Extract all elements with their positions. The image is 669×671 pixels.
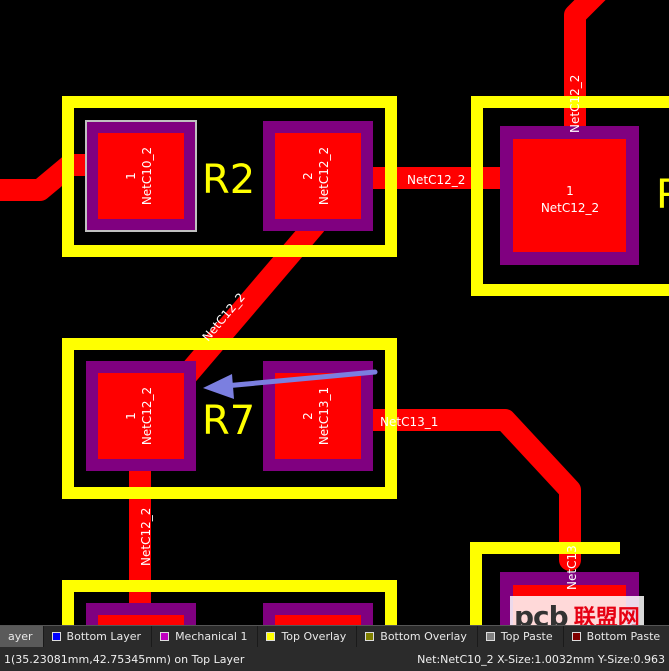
layer-color-swatch bbox=[365, 632, 375, 641]
layer-tab-2[interactable]: Mechanical 1 bbox=[152, 626, 259, 647]
pcb-canvas[interactable]: R2 R7 P 1 NetC10_2 2 NetC12_2 1 NetC12_2… bbox=[0, 0, 669, 625]
tracks[interactable] bbox=[0, 0, 606, 625]
layer-tab-label: Bottom Overlay bbox=[380, 630, 467, 643]
layer-tab-label: Bottom Paste bbox=[586, 630, 661, 643]
designator-r2: R2 bbox=[202, 157, 255, 203]
layer-tab-6[interactable]: Bottom Paste bbox=[564, 626, 669, 647]
label-right-vertical: NetC13 bbox=[565, 545, 579, 590]
r2-pad1-num: 1 bbox=[124, 172, 138, 180]
layer-tab-label: Top Paste bbox=[500, 630, 553, 643]
r7-pad2-num: 2 bbox=[301, 412, 315, 420]
layer-tab-label: Top Overlay bbox=[281, 630, 347, 643]
big-pad-num: 1 bbox=[566, 184, 574, 198]
layer-color-swatch bbox=[485, 632, 495, 641]
layer-tab-0[interactable]: ayer bbox=[0, 626, 44, 647]
big-pad-net: NetC12_2 bbox=[541, 201, 599, 215]
layer-color-swatch bbox=[160, 632, 170, 641]
designator-r7: R7 bbox=[202, 398, 255, 444]
watermark-cn: 联盟网 bbox=[573, 606, 640, 625]
pcb-layout[interactable]: R2 R7 P 1 NetC10_2 2 NetC12_2 1 NetC12_2… bbox=[0, 0, 669, 625]
layer-color-swatch bbox=[266, 632, 276, 641]
layer-tab-label: ayer bbox=[8, 630, 33, 643]
r2-pad2-num: 2 bbox=[301, 172, 315, 180]
layer-tab-1[interactable]: Bottom Layer bbox=[44, 626, 153, 647]
status-net-info: Net:NetC10_2 X-Size:1.0032mm Y-Size:0.96… bbox=[417, 652, 665, 666]
label-top-vertical: NetC12_2 bbox=[568, 75, 582, 133]
layer-tab-5[interactable]: Top Paste bbox=[478, 626, 564, 647]
r2-pad1-net: NetC10_2 bbox=[140, 147, 154, 205]
label-r7-down: NetC12_2 bbox=[139, 508, 153, 566]
designator-partial: P bbox=[656, 172, 669, 218]
r7-pad1-net: NetC12_2 bbox=[140, 387, 154, 445]
label-r7-right: NetC13_1 bbox=[380, 415, 438, 429]
status-coordinates: 1(35.23081mm,42.75345mm) on Top Layer bbox=[4, 652, 245, 666]
layer-color-swatch bbox=[51, 632, 61, 641]
status-bar: 1(35.23081mm,42.75345mm) on Top Layer Ne… bbox=[0, 647, 669, 671]
layer-color-swatch bbox=[571, 632, 581, 641]
r2-pad2-net: NetC12_2 bbox=[317, 147, 331, 205]
layer-tab-3[interactable]: Top Overlay bbox=[258, 626, 358, 647]
layer-tab-label: Mechanical 1 bbox=[175, 630, 248, 643]
r7-pad1-num: 1 bbox=[124, 412, 138, 420]
r7-pad2-net: NetC13_1 bbox=[317, 387, 331, 445]
layer-tab-4[interactable]: Bottom Overlay bbox=[357, 626, 478, 647]
watermark: pcb 联盟网 bbox=[510, 596, 644, 625]
watermark-logo: pcb bbox=[514, 599, 569, 626]
layer-tab-label: Bottom Layer bbox=[66, 630, 142, 643]
label-r2-to-big: NetC12_2 bbox=[407, 173, 465, 187]
layer-tabs[interactable]: ayer Bottom Layer Mechanical 1 Top Overlay B… bbox=[0, 625, 669, 647]
